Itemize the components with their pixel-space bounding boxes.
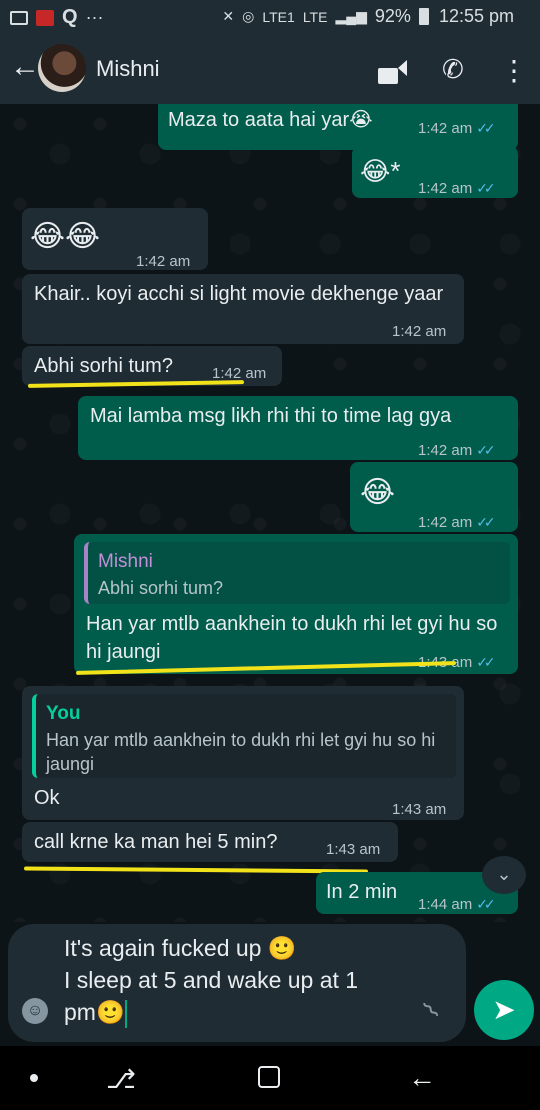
message-time: 1:42 am ✓✓: [418, 514, 496, 531]
back-arrow-icon[interactable]: ←: [10, 52, 40, 82]
quote-text: Abhi sorhi tum?: [98, 578, 224, 598]
volte-label: LTE1: [262, 8, 295, 25]
status-bar: Q ··· ✕ ◎ LTE1 LTE ▂▄▆ 92% 12:55 pm: [0, 0, 540, 34]
message-time: 1:43 am: [326, 841, 381, 858]
message-text: 😂: [360, 476, 396, 509]
read-ticks-icon: ✓✓: [476, 120, 496, 136]
mute-icon: ✕: [222, 8, 235, 24]
network-label: LTE: [302, 8, 328, 25]
message-text: In 2 min: [326, 881, 398, 903]
message-bubble[interactable]: Khair.. koyi acchi si light movie dekhen…: [22, 274, 464, 344]
message-text: Ok: [34, 787, 60, 809]
quoted-message[interactable]: You Han yar mtlb aankhein to dukh rhi le…: [32, 694, 456, 778]
recents-icon[interactable]: ⎇: [106, 1064, 136, 1095]
read-ticks-icon: ✓✓: [476, 896, 496, 912]
battery-icon: [418, 8, 429, 25]
message-text: Abhi sorhi tum?: [34, 355, 173, 377]
read-ticks-icon: ✓✓: [476, 442, 496, 458]
quote-author: You: [46, 703, 81, 724]
message-text: Maza to aata hai yar😭: [168, 109, 373, 131]
message-text: Khair.. koyi acchi si light movie dekhen…: [34, 283, 444, 305]
read-ticks-icon: ✓✓: [476, 654, 496, 670]
message-bubble[interactable]: 😂 1:42 am ✓✓: [350, 462, 518, 532]
message-input[interactable]: It's again fucked up 🙂 I sleep at 5 and …: [64, 932, 424, 1028]
read-ticks-icon: ✓✓: [476, 180, 496, 196]
text-cursor: [124, 999, 127, 1028]
message-time: 1:42 am ✓✓: [418, 120, 496, 137]
message-time: 1:42 am: [392, 323, 447, 340]
quoted-message[interactable]: Mishni Abhi sorhi tum?: [84, 542, 510, 604]
message-time: 1:44 am ✓✓: [418, 896, 496, 913]
message-time: 1:42 am: [136, 253, 191, 270]
scroll-down-icon[interactable]: ⌄: [482, 856, 526, 894]
battery-percent: 92%: [374, 6, 411, 26]
message-text: 😂*: [360, 156, 401, 186]
composer-line: pm🙂: [64, 999, 125, 1025]
home-icon[interactable]: [258, 1066, 280, 1088]
calendar-icon: [10, 10, 28, 25]
system-nav-bar: ⎇ ←: [0, 1046, 540, 1110]
message-bubble[interactable]: Maza to aata hai yar😭 1:42 am ✓✓: [158, 104, 518, 150]
chat-header: ← Mishni ✆ ⋮: [0, 34, 540, 104]
message-bubble[interactable]: Mishni Abhi sorhi tum? Han yar mtlb aank…: [74, 534, 518, 674]
send-icon: ➤: [492, 994, 516, 1025]
assistant-dot-icon[interactable]: [30, 1074, 38, 1082]
message-bubble[interactable]: You Han yar mtlb aankhein to dukh rhi le…: [22, 686, 464, 820]
message-text: call krne ka man hei 5 min?: [34, 831, 278, 853]
clock: 12:55 pm: [438, 6, 514, 26]
composer-line: I sleep at 5 and wake up at 1: [64, 967, 359, 993]
highlight-underline: [23, 866, 369, 874]
message-time: 1:43 am: [392, 801, 447, 818]
contact-name[interactable]: Mishni: [96, 56, 160, 82]
avatar[interactable]: [38, 44, 86, 92]
more-notifications-icon: ···: [85, 7, 104, 27]
message-bubble[interactable]: call krne ka man hei 5 min? 1:43 am: [22, 822, 398, 862]
message-bubble[interactable]: 😂* 1:42 am ✓✓: [352, 146, 518, 198]
read-ticks-icon: ✓✓: [476, 514, 496, 530]
more-vert-icon[interactable]: ⋮: [500, 54, 528, 87]
message-time: 1:42 am ✓✓: [418, 442, 496, 459]
search-app-icon: Q: [62, 6, 78, 28]
message-bubble[interactable]: Mai lamba msg likh rhi thi to time lag g…: [78, 396, 518, 460]
alarm-icon: ◎: [242, 8, 255, 24]
signal-icon: ▂▄▆: [335, 8, 367, 24]
message-bubble[interactable]: 😂😂 1:42 am: [22, 208, 208, 270]
message-text: Mai lamba msg likh rhi thi to time lag g…: [90, 405, 452, 427]
quote-author: Mishni: [98, 551, 153, 572]
emoji-icon[interactable]: ☺: [22, 998, 48, 1024]
send-button[interactable]: ➤: [474, 980, 534, 1040]
message-time: 1:42 am ✓✓: [418, 180, 496, 197]
message-text: 😂😂: [30, 220, 101, 253]
message-list[interactable]: Maza to aata hai yar😭 1:42 am ✓✓ 😂* 1:42 …: [0, 104, 540, 922]
quote-text: Han yar mtlb aankhein to dukh rhi let gy…: [46, 730, 436, 774]
back-icon[interactable]: ←: [408, 1062, 436, 1094]
composer-line: It's again fucked up 🙂: [64, 935, 297, 961]
news-app-icon: [36, 9, 54, 26]
video-call-icon[interactable]: [378, 60, 407, 91]
phone-icon[interactable]: ✆: [442, 54, 464, 85]
message-composer[interactable]: It's again fucked up 🙂 I sleep at 5 and …: [8, 924, 466, 1042]
